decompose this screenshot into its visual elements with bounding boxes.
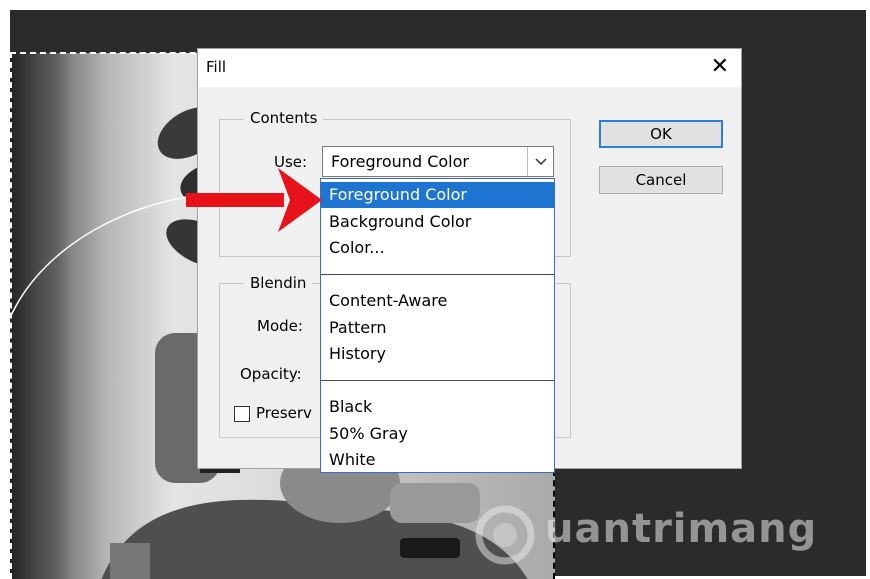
option-foreground-color[interactable]: Foreground Color <box>321 182 554 208</box>
chevron-down-icon[interactable] <box>527 147 553 176</box>
selection-marquee-left <box>10 52 12 579</box>
watermark-text: uantrimang <box>545 506 818 552</box>
watermark-logo-icon <box>475 505 535 565</box>
ok-button[interactable]: OK <box>599 120 723 148</box>
option-color[interactable]: Color... <box>321 235 554 261</box>
preserve-transparency-label: Preserv <box>256 404 312 422</box>
mode-label: Mode: <box>257 317 303 335</box>
option-history[interactable]: History <box>321 341 554 367</box>
blending-group-label: Blendin <box>244 274 313 292</box>
option-white[interactable]: White <box>321 447 554 473</box>
canvas-frame: uantrimang Fill ✕ Contents Use: Foregrou… <box>0 0 870 579</box>
use-select[interactable]: Foreground Color <box>322 146 554 177</box>
close-icon[interactable]: ✕ <box>711 54 729 80</box>
preserve-transparency-checkbox[interactable] <box>234 406 250 422</box>
red-arrow-icon <box>186 168 322 232</box>
dialog-titlebar: Fill ✕ <box>198 49 741 87</box>
option-content-aware[interactable]: Content-Aware <box>321 288 554 314</box>
contents-group-label: Contents <box>244 109 324 127</box>
use-dropdown-list: Foreground Color Background Color Color.… <box>320 178 555 473</box>
watermark: uantrimang <box>470 500 840 570</box>
option-50-gray[interactable]: 50% Gray <box>321 421 554 447</box>
option-black[interactable]: Black <box>321 394 554 420</box>
dropdown-separator <box>321 274 554 275</box>
option-background-color[interactable]: Background Color <box>321 209 554 235</box>
opacity-label: Opacity: <box>240 365 302 383</box>
dialog-title: Fill <box>206 58 227 76</box>
dropdown-separator <box>321 380 554 381</box>
option-pattern[interactable]: Pattern <box>321 315 554 341</box>
use-select-value: Foreground Color <box>331 152 469 171</box>
cancel-button[interactable]: Cancel <box>599 166 723 194</box>
